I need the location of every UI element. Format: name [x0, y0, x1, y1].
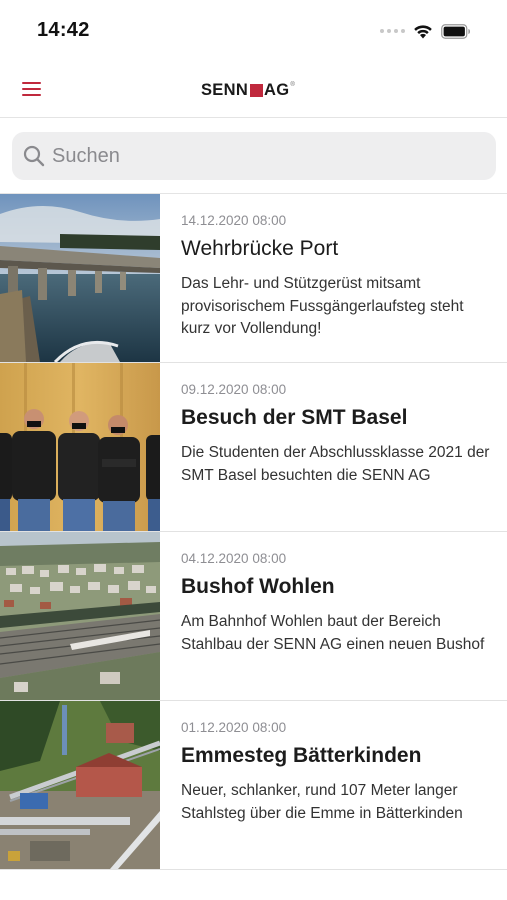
- construction-crane-photo: [0, 701, 160, 869]
- news-date: 04.12.2020 08:00: [181, 551, 287, 566]
- news-description: Am Bahnhof Wohlen baut der Bereich Stahl…: [181, 613, 485, 653]
- search-icon: [23, 145, 45, 167]
- status-time: 14:42: [37, 19, 90, 41]
- hamburger-menu-icon[interactable]: [22, 79, 42, 99]
- news-date: 01.12.2020 08:00: [181, 720, 287, 735]
- news-title: Bushof Wohlen: [181, 575, 335, 598]
- battery-icon: [441, 23, 470, 39]
- news-title: Wehrbrücke Port: [181, 237, 339, 260]
- students-photo: [0, 363, 160, 531]
- news-item[interactable]: 01.12.2020 08:00 Emmesteg Bätterkinden N…: [0, 701, 507, 870]
- news-description: Neuer, schlanker, rund 107 Meter langer …: [181, 782, 463, 822]
- status-icons: [380, 20, 471, 42]
- nav-bar: SENN AG ®: [0, 62, 507, 118]
- search-input[interactable]: [52, 132, 482, 180]
- senn-ag-logo: SENN AG ®: [201, 80, 295, 99]
- wifi-icon: [414, 24, 432, 38]
- news-description: Die Studenten der Abschlussklasse 2021 d…: [181, 444, 490, 484]
- news-description: Das Lehr- und Stützgerüst mitsamt provis…: [181, 275, 464, 337]
- search-bar[interactable]: [12, 132, 496, 180]
- news-item[interactable]: 04.12.2020 08:00 Bushof Wohlen Am Bahnho…: [0, 532, 507, 701]
- news-date: 09.12.2020 08:00: [181, 382, 287, 397]
- news-item[interactable]: 14.12.2020 08:00 Wehrbrücke Port Das Leh…: [0, 194, 507, 363]
- signal-dots-icon: [380, 29, 405, 33]
- news-title: Besuch der SMT Basel: [181, 406, 408, 429]
- news-date: 14.12.2020 08:00: [181, 213, 287, 228]
- bridge-photo: [0, 194, 160, 362]
- news-title: Emmesteg Bätterkinden: [181, 744, 422, 767]
- logo-red-square: [249, 83, 263, 97]
- news-list: 14.12.2020 08:00 Wehrbrücke Port Das Leh…: [0, 194, 507, 870]
- status-bar: 14:42: [0, 0, 507, 62]
- aerial-town-photo: [0, 532, 160, 700]
- news-item[interactable]: 09.12.2020 08:00 Besuch der SMT Basel Di…: [0, 363, 507, 532]
